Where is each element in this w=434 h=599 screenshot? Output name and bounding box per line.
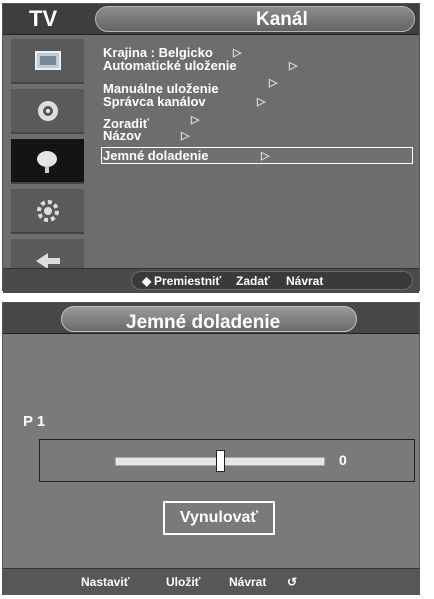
channel-number-label: P 1 xyxy=(23,413,46,430)
return-hint: Návrat xyxy=(229,575,267,589)
fine-tune-slider-handle[interactable] xyxy=(215,450,225,472)
return-arrow-icon: ↺ xyxy=(287,575,298,589)
menu-item-label: Správca kanálov xyxy=(103,94,206,109)
menu-item-label: Automatické uloženie xyxy=(103,58,237,73)
tv-label: TV xyxy=(29,6,58,31)
menu-title: Kanál xyxy=(256,9,308,30)
fine-tune-header: Jemné doladenie xyxy=(3,303,419,334)
arrow-right-icon: ▷ xyxy=(261,150,270,162)
fine-tune-panel: Jemné doladenie P 1 0 Vynulovať Nastaviť… xyxy=(2,302,420,595)
fine-tune-title-bar: Jemné doladenie xyxy=(61,306,357,333)
menu-item-fine-tune[interactable]: Jemné doladenie ▷ xyxy=(103,148,269,163)
arrow-right-icon: ▷ xyxy=(257,96,266,108)
menu-item-label: Názov xyxy=(103,128,142,143)
arrow-right-icon: ▷ xyxy=(191,114,200,126)
move-icon: ◆ xyxy=(142,274,152,288)
arrow-right-icon: ▷ xyxy=(289,60,298,72)
fine-tune-title: Jemné doladenie xyxy=(126,312,281,333)
menu-header: TV Kanál xyxy=(3,4,419,35)
arrow-right-icon: ▷ xyxy=(269,77,278,89)
fine-tune-footer: Nastaviť Uložiť Návrat ↺ xyxy=(3,568,419,595)
arrow-right-icon: ▷ xyxy=(181,130,190,142)
menu-item-auto-store[interactable]: Automatické uloženie ▷ xyxy=(103,58,297,73)
footer-hint-bar: ◆ Premiestniť Zadať Návrat xyxy=(131,271,413,290)
setup-icon[interactable] xyxy=(11,189,84,234)
picture-icon[interactable] xyxy=(11,39,84,84)
menu-footer: ◆ Premiestniť Zadať Návrat xyxy=(3,268,419,293)
side-menu xyxy=(11,39,84,284)
menu-item-channel-manager[interactable]: Správca kanálov ▷ xyxy=(103,94,265,109)
sound-icon[interactable] xyxy=(11,89,84,134)
adjust-hint: Nastaviť xyxy=(81,575,130,589)
menu-item-name[interactable]: Názov ▷ xyxy=(103,128,189,143)
return-hint: Návrat xyxy=(286,274,324,288)
channel-icon[interactable] xyxy=(11,139,84,184)
move-hint: Premiestniť xyxy=(154,274,222,288)
menu-title-bar: Kanál xyxy=(95,6,415,32)
menu-item-label: Jemné doladenie xyxy=(103,148,209,163)
reset-button[interactable]: Vynulovať xyxy=(163,501,275,535)
fine-tune-value: 0 xyxy=(339,452,347,468)
fine-tune-slider-box: 0 xyxy=(39,439,415,482)
enter-hint: Zadať xyxy=(236,274,270,288)
save-hint: Uložiť xyxy=(166,575,201,589)
channel-menu-panel: TV Kanál Krajina : Belgicko ▷ Automatick… xyxy=(2,3,420,293)
